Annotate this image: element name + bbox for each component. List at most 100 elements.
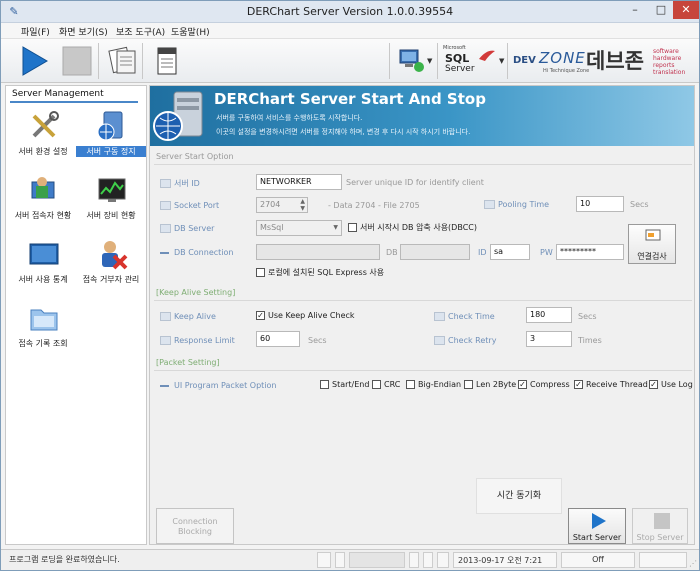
menu-bar: 파일(F) 화면 보기(S) 보조 도구(A) 도움말(H) — [1, 23, 699, 39]
pooling-time-unit: Secs — [630, 200, 649, 209]
check-retry-label: Check Retry — [434, 336, 496, 345]
db-server-select[interactable]: MsSql ▼ — [256, 220, 342, 236]
packet-option-receive-thread[interactable]: ✓ Receive Thread — [574, 380, 648, 389]
maximize-button[interactable]: □ — [647, 1, 675, 19]
socket-port-spinner[interactable]: 2704 ▲ ▼ — [256, 197, 308, 213]
blocked-user-icon — [102, 241, 128, 270]
page-button[interactable] — [149, 43, 185, 79]
sidebar: Server Management 서버 환경 설정 서버 구동 정지 서버 접… — [5, 85, 147, 545]
start-play-button[interactable] — [15, 43, 51, 79]
sidebar-item-server-equipment[interactable]: 서버 장비 현황 — [76, 174, 146, 234]
server-id-input[interactable]: NETWORKER — [256, 174, 342, 190]
response-limit-unit: Secs — [308, 336, 327, 345]
keep-alive-icon — [160, 312, 171, 321]
pw-label: PW — [540, 248, 553, 257]
db-password-input[interactable]: ********* — [556, 244, 624, 260]
db-id-input[interactable]: sa — [490, 244, 530, 260]
check-retry-input[interactable]: 3 — [526, 331, 572, 347]
id-label: ID — [478, 248, 487, 257]
section-divider — [154, 164, 692, 165]
response-limit-label: Response Limit — [160, 336, 235, 345]
stop-button[interactable] — [59, 43, 95, 79]
menu-file[interactable]: 파일(F) — [21, 25, 50, 38]
banner-description-1: 서버를 구동하여 서비스를 수행하도록 시작합니다. — [216, 114, 363, 122]
status-message: 프로그램 로딩을 완료하였습니다. — [9, 555, 120, 564]
title-bar: ✎ DERChart Server Version 1.0.0.39554 – … — [1, 1, 699, 23]
documents-button[interactable] — [105, 43, 141, 79]
menu-view[interactable]: 화면 보기(S) — [59, 25, 108, 38]
equipment-monitor-icon — [98, 178, 126, 202]
check-time-unit: Secs — [578, 312, 597, 321]
sidebar-item-connection-log[interactable]: 접속 기록 조회 — [8, 302, 78, 362]
sidebar-item-usage-statistics[interactable]: 서버 사용 통계 — [8, 238, 78, 298]
start-server-button[interactable]: Start Server — [568, 508, 626, 544]
sidebar-item-connected-users[interactable]: 서버 접속자 현황 — [8, 174, 78, 234]
checkbox-box[interactable] — [406, 380, 415, 389]
status-indicator — [437, 552, 449, 568]
sql-server-dropdown-arrow[interactable]: ▼ — [499, 57, 504, 65]
socket-port-hint: - Data 2704 - File 2705 — [328, 201, 420, 210]
server-globe-banner-icon — [153, 91, 203, 141]
status-extra — [639, 552, 687, 568]
documents-icon — [108, 46, 136, 74]
packet-option-big-endian[interactable]: Big-Endian — [406, 380, 461, 389]
minimize-button[interactable]: – — [621, 1, 649, 19]
checkbox-box[interactable] — [256, 268, 265, 277]
packet-option-start-end[interactable]: Start/End — [320, 380, 369, 389]
checkbox-checked[interactable]: ✓ — [518, 380, 527, 389]
checkbox-checked[interactable]: ✓ — [649, 380, 658, 389]
toolbar-separator — [437, 43, 438, 79]
sidebar-item-blocked-users[interactable]: 접속 거부자 관리 — [76, 238, 146, 298]
packet-option-crc[interactable]: CRC — [372, 380, 400, 389]
server-globe-icon — [97, 111, 123, 141]
time-sync-button[interactable]: 시간 동기화 — [476, 478, 562, 514]
checkbox-box[interactable] — [372, 380, 381, 389]
db-name-input[interactable] — [400, 244, 470, 260]
chevron-down-icon: ▼ — [333, 224, 338, 231]
stop-server-button[interactable]: Stop Server — [632, 508, 688, 544]
use-keep-alive-checkbox[interactable]: ✓ Use Keep Alive Check — [256, 311, 355, 320]
packet-option-len-2byte[interactable]: Len 2Byte — [464, 380, 516, 389]
local-sql-express-checkbox[interactable]: 로컬에 설치된 SQL Express 사용 — [256, 267, 384, 278]
pooling-time-input[interactable]: 10 — [576, 196, 624, 212]
network-computer-icon — [399, 49, 424, 72]
network-dropdown-arrow[interactable]: ▼ — [427, 57, 432, 65]
log-folder-icon — [30, 309, 58, 331]
status-indicator — [409, 552, 419, 568]
checkbox-checked[interactable]: ✓ — [256, 311, 265, 320]
checkbox-box[interactable] — [348, 223, 357, 232]
sidebar-item-server-start-stop[interactable]: 서버 구동 정지 — [76, 110, 146, 170]
db-connection-input[interactable] — [256, 244, 380, 260]
sql-server-logo[interactable]: Microsoft SQL Server — [443, 45, 499, 77]
checkbox-checked[interactable]: ✓ — [574, 380, 583, 389]
section-packet-setting: [Packet Setting] — [156, 358, 220, 367]
menu-tools[interactable]: 보조 도구(A) — [116, 25, 165, 38]
section-divider — [154, 370, 692, 371]
status-bar: 프로그램 로딩을 완료하였습니다. 2013-09-17 오전 7:21 Off… — [1, 549, 699, 570]
server-id-label: 서버 ID — [160, 178, 200, 189]
stop-icon — [62, 46, 92, 76]
response-limit-input[interactable]: 60 — [256, 331, 300, 347]
app-window: ✎ DERChart Server Version 1.0.0.39554 – … — [0, 0, 700, 571]
connection-test-button[interactable]: 연결검사 — [628, 224, 676, 264]
status-datetime: 2013-09-17 오전 7:21 — [453, 552, 557, 568]
checkbox-box[interactable] — [464, 380, 473, 389]
close-button[interactable]: ✕ — [673, 1, 699, 19]
menu-help[interactable]: 도움말(H) — [171, 25, 210, 38]
sidebar-item-server-settings[interactable]: 서버 환경 설정 — [8, 110, 78, 170]
banner: DERChart Server Start And Stop 서버를 구동하여 … — [150, 86, 694, 146]
check-retry-icon — [434, 336, 445, 345]
connection-blocking-button[interactable]: Connection Blocking — [156, 508, 234, 544]
resize-grip-icon[interactable]: ⋰ — [689, 559, 697, 568]
spinner-arrows-icon[interactable]: ▲ ▼ — [300, 198, 305, 212]
server-id-hint: Server unique ID for identify client — [346, 178, 484, 187]
toolbar-separator — [389, 43, 390, 79]
check-time-input[interactable]: 180 — [526, 307, 572, 323]
network-computer-button[interactable] — [397, 47, 427, 75]
checkbox-box[interactable] — [320, 380, 329, 389]
packet-option-compress[interactable]: ✓ Compress — [518, 380, 570, 389]
db-label: DB — [386, 248, 398, 257]
packet-option-use-log[interactable]: ✓ Use Log — [649, 380, 693, 389]
status-progress — [349, 552, 405, 568]
dbcc-compress-checkbox[interactable]: 서버 시작시 DB 압축 사용(DBCC) — [348, 222, 477, 233]
